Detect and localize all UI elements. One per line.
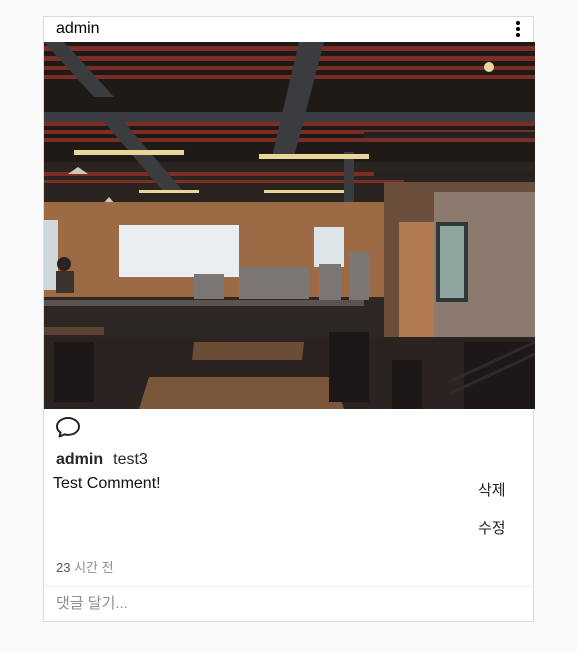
divider xyxy=(44,586,533,587)
more-vertical-icon[interactable] xyxy=(513,21,523,37)
comment-icon[interactable] xyxy=(55,415,81,439)
caption-author[interactable]: admin xyxy=(56,451,103,468)
delete-comment-button[interactable]: 삭제 xyxy=(478,479,506,500)
add-comment-input[interactable]: 댓글 달기... xyxy=(56,592,128,613)
post-card: admin admin test3 Test Comment! 삭제 수정 23… xyxy=(43,16,535,622)
edit-comment-button[interactable]: 수정 xyxy=(478,517,506,538)
post-timestamp: 23 시간 전 xyxy=(56,557,114,576)
comment-text: Test Comment! xyxy=(53,475,161,492)
timestamp-number: 23 xyxy=(56,560,71,575)
timestamp-unit: 시간 전 xyxy=(74,560,114,575)
post-caption: admin test3 xyxy=(56,451,148,469)
post-header: admin xyxy=(44,17,533,42)
caption-text: test3 xyxy=(113,451,148,468)
post-author[interactable]: admin xyxy=(56,20,100,38)
post-image xyxy=(44,42,535,409)
